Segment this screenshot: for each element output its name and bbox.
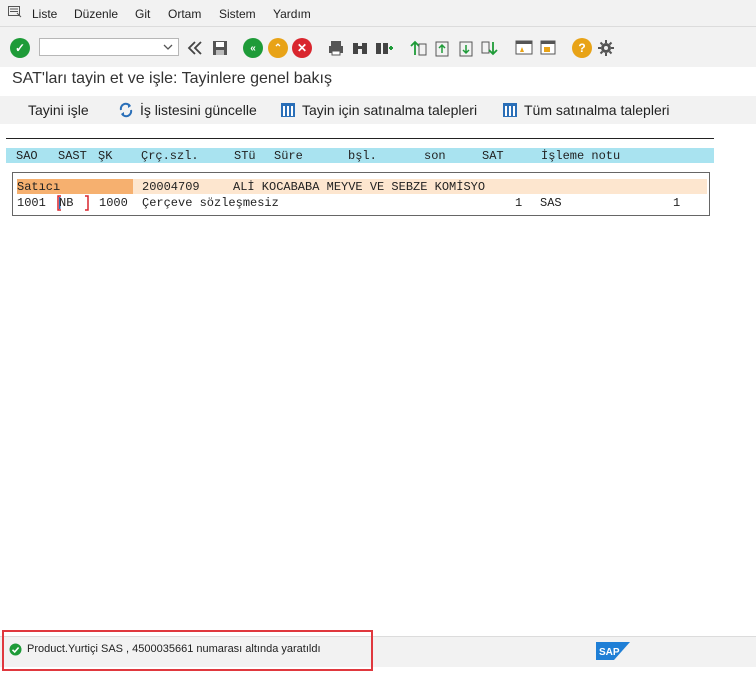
exit-icon[interactable]: ⌃ — [268, 38, 288, 58]
vendor-number: 20004709 — [142, 180, 200, 194]
col-crc: Çrç.szl. — [141, 149, 199, 163]
row-sao: 1001 — [17, 196, 46, 210]
row-sk: 1000 — [99, 196, 128, 210]
table-icon — [281, 103, 295, 117]
sap-window: Liste Düzenle Git Ortam Sistem Yardım ✓ … — [0, 0, 756, 674]
help-icon[interactable]: ? — [572, 38, 592, 58]
sap-logo: SAP — [596, 642, 630, 660]
last-page-icon[interactable] — [480, 38, 500, 58]
svg-text:SAP: SAP — [599, 647, 620, 658]
vendor-label: Satıcı — [17, 180, 61, 194]
col-bsl: bşl. — [348, 149, 377, 163]
all-reqs-button[interactable]: Tüm satınalma talepleri — [502, 101, 670, 119]
col-sk: ŞK — [98, 149, 113, 163]
enter-icon[interactable]: ✓ — [10, 38, 30, 58]
refresh-icon — [119, 102, 133, 118]
vendor-row[interactable]: Satıcı 20004709 ALİ KOCABABA MEYVE VE SE… — [17, 179, 707, 194]
status-message[interactable]: Product.Yurtiçi SAS , 4500035661 numaras… — [27, 643, 321, 655]
save-icon[interactable] — [210, 38, 230, 58]
menu-icon[interactable] — [8, 6, 22, 18]
menu-sistem[interactable]: Sistem — [219, 7, 256, 21]
process-assignment-label: Tayini işle — [28, 102, 89, 118]
sast-input[interactable]: NB — [57, 195, 89, 211]
assignment-reqs-button[interactable]: Tayin için satınalma talepleri — [280, 101, 477, 119]
vendor-group: Satıcı 20004709 ALİ KOCABABA MEYVE VE SE… — [12, 172, 710, 216]
col-stu: STü — [234, 149, 256, 163]
row-sat: 1 — [515, 196, 523, 210]
collapse-arrows-icon[interactable] — [185, 38, 205, 58]
previous-page-icon[interactable] — [432, 38, 452, 58]
find-icon[interactable] — [350, 38, 370, 58]
process-assignment-button[interactable]: Tayini işle — [28, 101, 89, 119]
shortcut-icon[interactable] — [538, 38, 558, 58]
menu-git[interactable]: Git — [135, 7, 150, 21]
command-field[interactable] — [39, 38, 179, 56]
list-header: SAO SAST ŞK Çrç.szl. STü Süre bşl. son S… — [6, 148, 714, 163]
chevron-down-icon[interactable] — [163, 42, 173, 52]
all-reqs-label: Tüm satınalma talepleri — [524, 102, 670, 118]
application-toolbar: Tayini işle İş listesini güncelle Tayin … — [0, 96, 756, 124]
row-note: SAS — [540, 196, 562, 210]
vendor-label-cell: Satıcı — [17, 179, 133, 194]
refresh-worklist-label: İş listesini güncelle — [140, 102, 257, 118]
gear-icon[interactable] — [596, 38, 616, 58]
vendor-name: ALİ KOCABABA MEYVE VE SEBZE KOMİSYO — [233, 180, 486, 194]
row-count: 1 — [673, 196, 681, 210]
list-separator — [6, 138, 714, 139]
menu-bar: Liste Düzenle Git Ortam Sistem Yardım — [0, 0, 756, 27]
menu-duzenle[interactable]: Düzenle — [74, 7, 118, 21]
col-sast: SAST — [58, 149, 87, 163]
menu-ortam[interactable]: Ortam — [168, 7, 201, 21]
create-session-icon[interactable] — [514, 38, 534, 58]
page-title: SAT'ları tayin et ve işle: Tayinlere gen… — [12, 70, 332, 87]
row-crc: Çerçeve sözleşmesiz — [142, 196, 279, 210]
back-icon[interactable]: « — [243, 38, 263, 58]
col-son: son — [424, 149, 446, 163]
system-toolbar: ✓ « ⌃ ✕ ? — [0, 27, 756, 67]
menu-yardim[interactable]: Yardım — [273, 7, 311, 21]
refresh-worklist-button[interactable]: İş listesini güncelle — [118, 101, 257, 119]
success-icon — [9, 643, 22, 656]
col-note: İşleme notu — [541, 149, 621, 163]
next-page-icon[interactable] — [456, 38, 476, 58]
assignment-reqs-label: Tayin için satınalma talepleri — [302, 102, 478, 118]
find-next-icon[interactable] — [374, 38, 394, 58]
col-sat: SAT — [482, 149, 504, 163]
row-sast: NB — [59, 196, 74, 210]
table-icon — [503, 103, 517, 117]
col-sao: SAO — [16, 149, 38, 163]
cancel-icon[interactable]: ✕ — [292, 38, 312, 58]
menu-liste[interactable]: Liste — [32, 7, 57, 21]
print-icon[interactable] — [326, 38, 346, 58]
col-sure: Süre — [274, 149, 303, 163]
first-page-icon[interactable] — [408, 38, 428, 58]
